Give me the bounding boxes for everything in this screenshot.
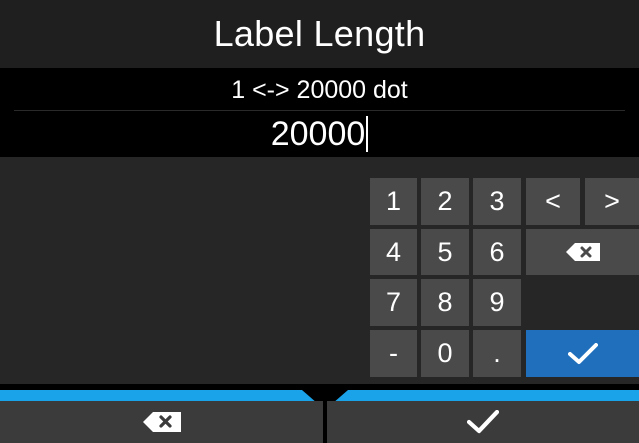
- check-icon: [567, 342, 598, 364]
- bottom-confirm-button[interactable]: [327, 401, 639, 443]
- cursor-right-label: >: [604, 186, 620, 216]
- key-4-label: 4: [385, 236, 402, 267]
- range-hint: 1 <-> 20000 dot: [231, 75, 408, 104]
- key-minus[interactable]: -: [370, 330, 417, 377]
- key-2-label: 2: [437, 186, 453, 216]
- title-bar: Label Length: [0, 0, 639, 68]
- key-8-label: 8: [437, 287, 453, 317]
- key-0-label: 0: [437, 338, 453, 368]
- key-1-label: 1: [385, 186, 402, 216]
- check-icon: [467, 410, 499, 434]
- key-7-label: 7: [385, 287, 402, 317]
- text-cursor: [366, 116, 369, 152]
- key-5-label: 5: [437, 236, 453, 267]
- key-minus-label: -: [389, 338, 398, 368]
- key-7[interactable]: 7: [370, 279, 417, 326]
- cursor-left-label: <: [545, 186, 561, 216]
- value-input[interactable]: 20000: [271, 115, 366, 154]
- backspace-icon: [565, 243, 600, 261]
- cursor-right-button[interactable]: >: [585, 178, 639, 225]
- key-4[interactable]: 4: [370, 229, 417, 275]
- key-dot[interactable]: .: [473, 330, 521, 377]
- confirm-key[interactable]: [526, 330, 639, 377]
- keypad-panel: 1 2 3 4 5 6 7 8 9 - 0 . < >: [0, 157, 639, 384]
- backspace-button[interactable]: [526, 229, 639, 275]
- key-0[interactable]: 0: [421, 330, 469, 377]
- value-field[interactable]: 20000: [0, 111, 639, 157]
- key-dot-label: .: [493, 338, 501, 368]
- key-1[interactable]: 1: [370, 178, 417, 225]
- key-8[interactable]: 8: [421, 279, 469, 326]
- backspace-icon: [142, 412, 181, 432]
- key-9-label: 9: [489, 287, 505, 317]
- range-row: 1 <-> 20000 dot: [0, 68, 639, 112]
- key-3-label: 3: [489, 186, 505, 216]
- key-6[interactable]: 6: [473, 229, 521, 275]
- bottom-backspace-button[interactable]: [0, 401, 323, 443]
- cursor-left-button[interactable]: <: [526, 178, 580, 225]
- key-5[interactable]: 5: [421, 229, 469, 275]
- key-6-label: 6: [489, 236, 505, 267]
- key-9[interactable]: 9: [473, 279, 521, 326]
- page-title: Label Length: [213, 13, 426, 54]
- key-3[interactable]: 3: [473, 178, 521, 225]
- key-2[interactable]: 2: [421, 178, 469, 225]
